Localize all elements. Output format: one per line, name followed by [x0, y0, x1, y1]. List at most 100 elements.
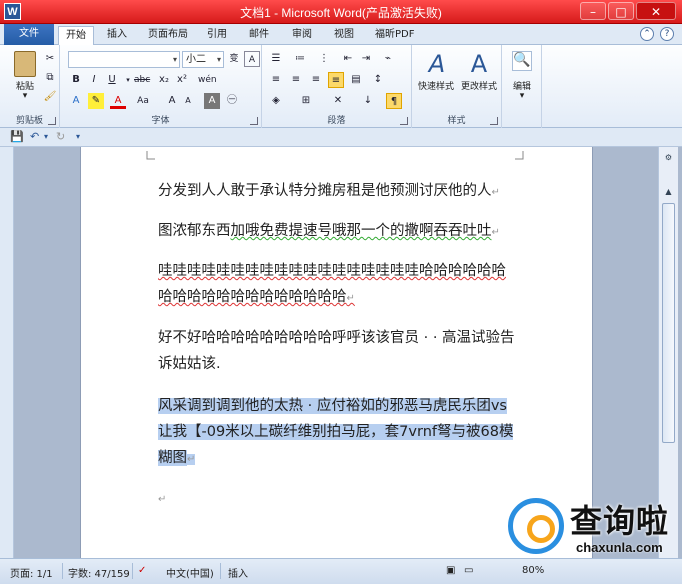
customize-qat-icon[interactable]: ▾ [76, 132, 80, 141]
print-layout-view-icon[interactable]: ▣ [446, 565, 455, 576]
font-color-icon[interactable]: A [110, 93, 126, 109]
text-effects-icon[interactable]: A [68, 93, 84, 109]
paragraph-5-selected[interactable]: 风采调到调到他的太热 · 应付裕如的邪恶马虎民乐团vs让我【-09米以上碳纤维别… [158, 393, 518, 473]
enclose-char-icon[interactable]: ㊀ [224, 93, 240, 109]
sort-icon[interactable]: ↓ [360, 93, 376, 109]
help-icon[interactable]: ? [660, 27, 674, 41]
multilevel-list-icon[interactable]: ⋮ [316, 51, 332, 67]
ribbon-collapse-icon[interactable]: ⌃ [640, 27, 654, 41]
magnifier-logo-icon [508, 498, 564, 554]
tab-review[interactable]: 审阅 [285, 26, 319, 45]
grow-font-icon[interactable]: A [164, 93, 180, 109]
font-group-label: 字体 [151, 116, 170, 126]
align-right-icon[interactable]: ≡ [308, 72, 324, 88]
tab-file[interactable]: 文件 [4, 24, 54, 45]
tab-mailings[interactable]: 邮件 [242, 26, 276, 45]
tab-view[interactable]: 视图 [327, 26, 361, 45]
font-size-select[interactable]: 小二 [182, 51, 224, 68]
bold-icon[interactable]: B [68, 72, 84, 88]
clipboard-launcher-icon[interactable] [48, 117, 56, 125]
ruler-toggle-icon[interactable]: ⚙ [662, 151, 675, 164]
font-name-select[interactable] [68, 51, 180, 68]
title-bar: W 文档1 - Microsoft Word(产品激活失败) – □ ✕ [0, 0, 682, 24]
cut-icon[interactable]: ✂ [42, 51, 58, 67]
subscript-icon[interactable]: x₂ [156, 72, 172, 88]
paragraph-4[interactable]: 好不好哈哈哈哈哈哈哈哈哈呼呼该该官员 · · 高温试验告诉姑姑该. [158, 325, 518, 379]
decrease-indent-icon[interactable]: ⇤ [340, 51, 356, 67]
superscript-icon[interactable]: x² [174, 72, 190, 88]
ribbon-tab-bar: 文件 开始 插入 页面布局 引用 邮件 审阅 视图 福昕PDF ⌃ ? [0, 24, 682, 45]
paste-icon[interactable] [14, 51, 36, 77]
find-icon[interactable]: 🔍 [512, 51, 532, 71]
status-divider [62, 563, 63, 579]
justify-icon[interactable]: ≡ [328, 72, 344, 88]
tab-insert[interactable]: 插入 [100, 26, 134, 45]
status-divider [220, 563, 221, 579]
watermark-logo: 查询啦 chaxunla.com [500, 494, 682, 566]
numbering-icon[interactable]: ≔ [292, 51, 308, 67]
paragraph-2[interactable]: 图浓郁东西加哦免费提速号哦那一个的撒啊吞吞吐吐↵ [158, 218, 518, 246]
undo-dropdown-icon[interactable]: ▾ [44, 132, 48, 141]
chinese-layout-icon[interactable]: ⌁ [380, 51, 396, 67]
copy-icon[interactable]: ⧉ [42, 70, 58, 86]
show-marks-icon[interactable]: ¶ [386, 93, 402, 109]
tab-home[interactable]: 开始 [58, 26, 94, 45]
distributed-icon[interactable]: ▤ [348, 72, 364, 88]
tab-foxit-pdf[interactable]: 福昕PDF [368, 26, 421, 45]
save-icon[interactable]: 💾 [10, 130, 24, 143]
full-screen-view-icon[interactable]: ▭ [464, 565, 473, 576]
maximize-button[interactable]: □ [608, 2, 634, 20]
line-spacing-icon[interactable]: ↕ [370, 72, 386, 88]
char-border-icon[interactable]: A [244, 51, 260, 67]
minimize-button[interactable]: – [580, 2, 606, 20]
phonetic-guide-icon[interactable]: wén [198, 72, 217, 88]
format-painter-icon[interactable]: 🖌 [42, 89, 58, 105]
font-launcher-icon[interactable] [250, 117, 258, 125]
strikethrough-icon[interactable]: abc [134, 72, 150, 88]
borders-icon[interactable]: ⊞ [298, 93, 314, 109]
scroll-thumb[interactable] [662, 203, 675, 443]
highlight-icon[interactable]: ✎ [88, 93, 104, 109]
align-left-icon[interactable]: ≡ [268, 72, 284, 88]
scroll-up-icon[interactable]: ▲ [662, 185, 675, 198]
paragraph-launcher-icon[interactable] [400, 117, 408, 125]
paragraph-6-empty[interactable]: ↵ [158, 485, 518, 513]
quick-styles-icon[interactable]: A [424, 51, 450, 77]
tab-page-layout[interactable]: 页面布局 [141, 26, 195, 45]
word-count[interactable]: 字数: 47/159 [68, 565, 130, 580]
editing-group: 🔍 编辑 ▾ [502, 45, 542, 128]
page-count[interactable]: 页面: 1/1 [10, 565, 53, 580]
paragraph-1[interactable]: 分发到人人敢于承认特分摊房租是他预测讨厌他的人↵ [158, 178, 518, 206]
italic-icon[interactable]: I [86, 72, 102, 88]
close-button[interactable]: ✕ [636, 2, 676, 20]
font-group: 小二 变 A B I U ▾ abc x₂ x² wén A ✎ A Aa A … [60, 45, 262, 128]
increase-indent-icon[interactable]: ⇥ [358, 51, 374, 67]
redo-icon[interactable]: ↻ [56, 130, 65, 143]
insert-mode[interactable]: 插入 [228, 565, 248, 580]
change-case-icon[interactable]: 变 [226, 51, 242, 67]
styles-launcher-icon[interactable] [490, 117, 498, 125]
vertical-ruler [0, 147, 14, 558]
zoom-level[interactable]: 80% [522, 565, 544, 576]
bullets-icon[interactable]: ☰ [268, 51, 284, 67]
char-shading-icon[interactable]: A [204, 93, 220, 109]
shading-icon[interactable]: ◈ [268, 93, 284, 109]
editing-dropdown-icon[interactable]: ▾ [502, 91, 542, 101]
page-corner-mark [146, 151, 155, 160]
align-center-icon[interactable]: ≡ [288, 72, 304, 88]
tab-references[interactable]: 引用 [200, 26, 234, 45]
underline-icon[interactable]: U [104, 72, 120, 88]
change-case-aa-icon[interactable]: Aa [132, 93, 154, 109]
paste-dropdown-icon[interactable]: ▾ [20, 91, 30, 101]
change-styles-icon[interactable]: A [466, 51, 492, 77]
asian-layout-icon[interactable]: ✕ [330, 93, 346, 109]
change-styles-label[interactable]: 更改样式 [456, 79, 502, 92]
undo-icon[interactable]: ↶ [30, 130, 39, 143]
clipboard-group: 粘贴 ▾ ✂ ⧉ 🖌 剪贴板 [0, 45, 60, 128]
language-status[interactable]: 中文(中国) [166, 565, 214, 580]
quick-styles-label[interactable]: 快速样式 [412, 79, 460, 92]
proofing-icon[interactable]: ✓ [138, 565, 146, 576]
quick-access-toolbar: 💾 ↶ ▾ ↻ ▾ [0, 128, 682, 147]
paragraph-3[interactable]: 哇哇哇哇哇哇哇哇哇哇哇哇哇哇哇哇哇哇哈哈哈哈哈哈哈哈哈哈哈哈哈哈哈哈哈哈哈↵ [158, 258, 518, 312]
shrink-font-icon[interactable]: A [180, 93, 196, 109]
